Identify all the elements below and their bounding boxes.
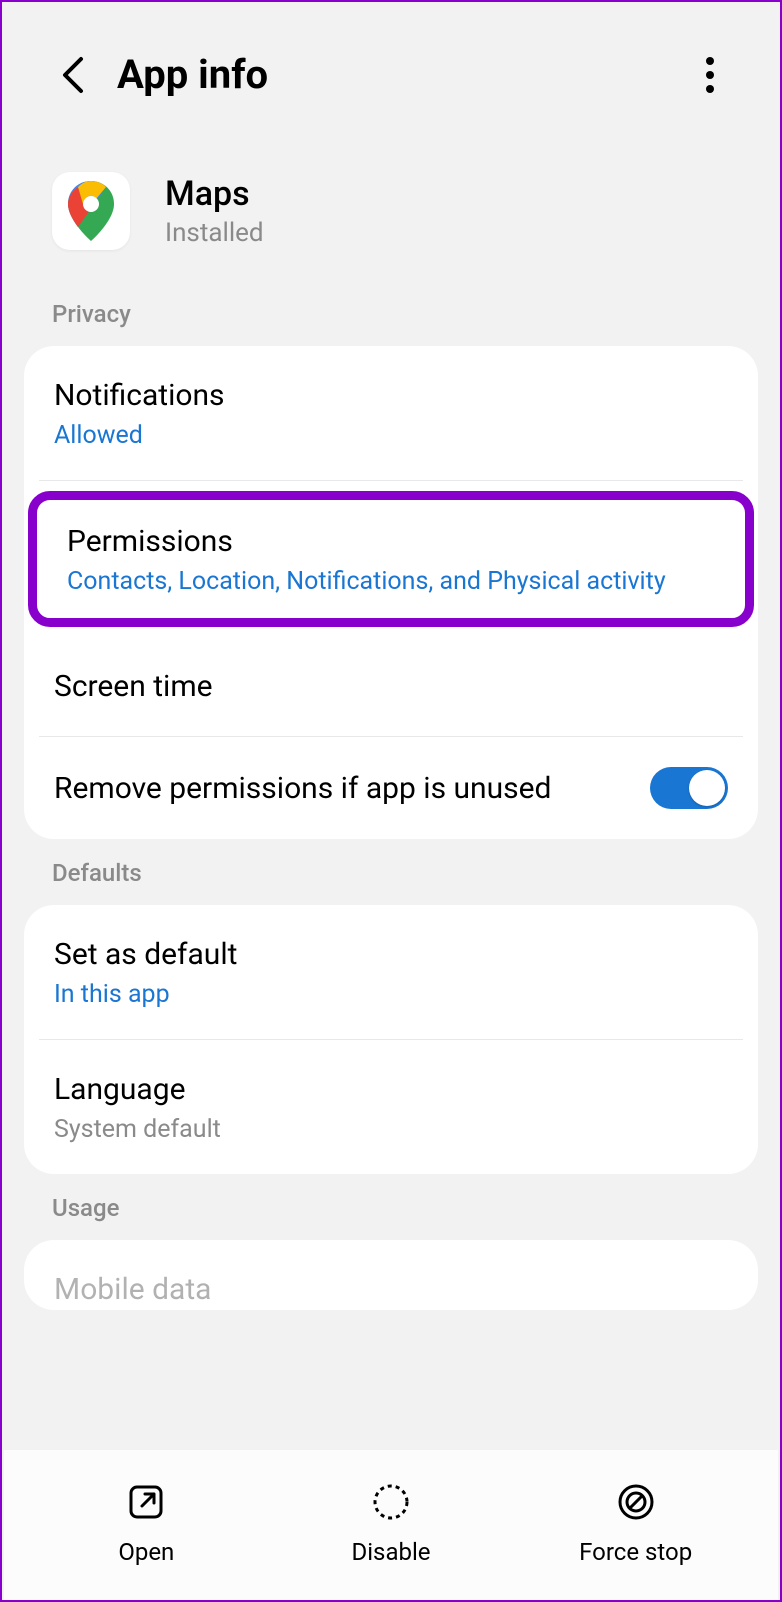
toggle-knob xyxy=(689,770,725,806)
force-stop-button[interactable]: Force stop xyxy=(513,1480,758,1566)
app-header: Maps Installed xyxy=(2,132,780,280)
bottom-action-bar: Open Disable Force stop xyxy=(4,1450,778,1600)
open-label: Open xyxy=(118,1538,174,1566)
app-icon xyxy=(52,172,130,250)
notifications-sub: Allowed xyxy=(54,421,728,450)
more-vertical-icon xyxy=(705,56,715,94)
language-title: Language xyxy=(54,1070,728,1109)
screen-time-row[interactable]: Screen time xyxy=(24,637,758,736)
permissions-highlight: Permissions Contacts, Location, Notifica… xyxy=(24,481,758,637)
app-status: Installed xyxy=(165,218,264,248)
permissions-row[interactable]: Permissions Contacts, Location, Notifica… xyxy=(28,491,754,627)
disable-button[interactable]: Disable xyxy=(269,1480,514,1566)
open-button[interactable]: Open xyxy=(24,1480,269,1566)
language-row[interactable]: Language System default xyxy=(24,1040,758,1174)
back-chevron-icon xyxy=(59,55,85,95)
back-button[interactable] xyxy=(52,55,92,95)
app-info-text: Maps Installed xyxy=(165,174,264,248)
open-icon xyxy=(124,1480,168,1524)
set-default-title: Set as default xyxy=(54,935,728,974)
remove-permissions-title: Remove permissions if app is unused xyxy=(54,769,650,808)
page-title: App info xyxy=(117,51,690,98)
permissions-sub: Contacts, Location, Notifications, and P… xyxy=(67,567,715,596)
section-privacy: Privacy xyxy=(2,280,780,346)
header-bar: App info xyxy=(2,2,780,132)
disable-icon xyxy=(369,1480,413,1524)
force-stop-label: Force stop xyxy=(579,1538,692,1566)
app-name: Maps xyxy=(165,174,264,214)
remove-permissions-toggle[interactable] xyxy=(650,767,728,809)
disable-label: Disable xyxy=(351,1538,430,1566)
force-stop-icon xyxy=(614,1480,658,1524)
usage-card: Mobile data xyxy=(24,1240,758,1310)
notifications-row[interactable]: Notifications Allowed xyxy=(24,346,758,480)
mobile-data-row[interactable]: Mobile data xyxy=(24,1240,758,1309)
remove-permissions-row[interactable]: Remove permissions if app is unused xyxy=(24,737,758,839)
defaults-card: Set as default In this app Language Syst… xyxy=(24,905,758,1174)
screen-time-title: Screen time xyxy=(54,667,728,706)
set-default-sub: In this app xyxy=(54,980,728,1009)
set-default-row[interactable]: Set as default In this app xyxy=(24,905,758,1039)
language-sub: System default xyxy=(54,1115,728,1144)
section-defaults: Defaults xyxy=(2,839,780,905)
more-options-button[interactable] xyxy=(690,55,730,95)
section-usage: Usage xyxy=(2,1174,780,1240)
permissions-title: Permissions xyxy=(67,522,715,561)
notifications-title: Notifications xyxy=(54,376,728,415)
privacy-card: Notifications Allowed Permissions Contac… xyxy=(24,346,758,839)
mobile-data-title: Mobile data xyxy=(54,1270,728,1309)
google-maps-pin-icon xyxy=(68,181,114,241)
